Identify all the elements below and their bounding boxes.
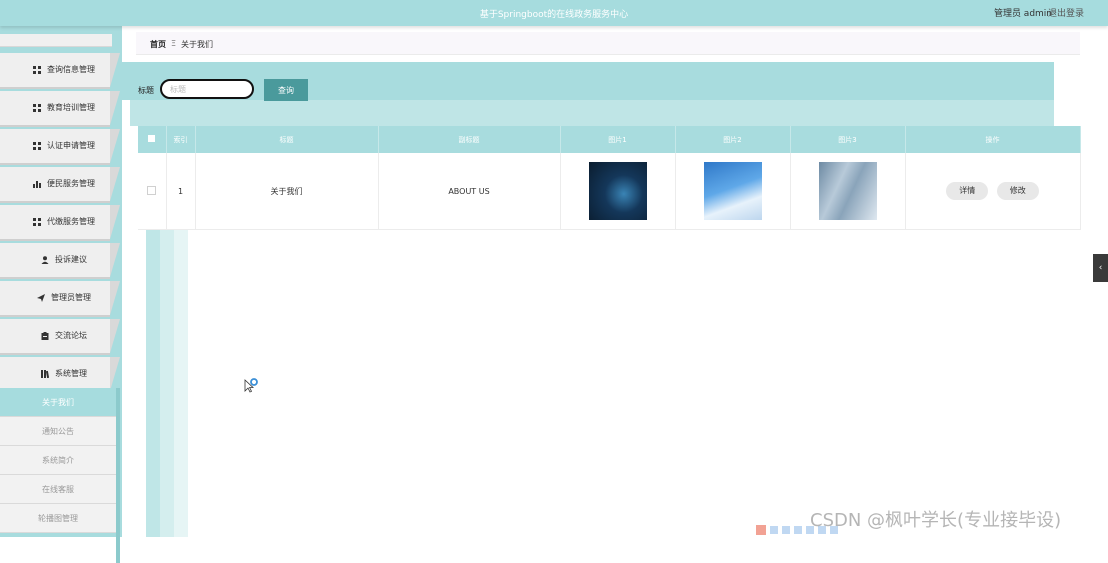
row-subtitle: ABOUT US	[378, 153, 561, 230]
detail-button[interactable]: 详情	[946, 182, 989, 200]
sidebar-item-complaints[interactable]: 投诉建议	[0, 243, 120, 279]
send-icon	[37, 294, 45, 302]
row-checkbox[interactable]	[138, 153, 167, 230]
column-header: 图片2	[675, 126, 791, 153]
sidebar-item-education[interactable]: 教育培训管理	[0, 91, 120, 127]
building-glass-image	[818, 162, 877, 220]
sidebar-item-label: 认证申请管理	[47, 141, 95, 150]
app-title: 基于Springboot的在线政务服务中心	[479, 10, 629, 20]
user-icon	[41, 256, 49, 264]
sidebar-item-label: 代缴服务管理	[47, 217, 95, 226]
edit-button[interactable]: 修改	[996, 182, 1039, 200]
sidebar-item-payment[interactable]: 代缴服务管理	[0, 205, 120, 241]
select-all-checkbox[interactable]	[138, 126, 167, 153]
sidebar-subitem-about[interactable]: 关于我们	[0, 388, 116, 417]
sidebar-item-label: 便民服务管理	[47, 179, 95, 188]
sidebar-subitem-label: 系统简介	[42, 456, 74, 465]
table-header-row: 索引 标题 副标题 图片1 图片2 图片3 操作	[138, 126, 1081, 153]
top-bar: 基于Springboot的在线政务服务中心 管理员 admin 退出登录	[0, 0, 1108, 26]
grid-icon	[33, 142, 41, 150]
sidebar-subitem-carousel[interactable]: 轮播图管理	[0, 504, 116, 533]
current-user: 管理员 admin	[993, 9, 1052, 19]
grid-icon	[33, 66, 41, 74]
sidebar: 查询信息管理 教育培训管理 认证申请管理 便民服务管理 代缴服务管理 投诉建议	[0, 26, 122, 563]
book-icon	[41, 370, 50, 379]
chevron-left-icon: ‹	[1098, 263, 1103, 273]
row-actions: 详情 修改	[905, 153, 1081, 230]
search-button[interactable]: 查询	[264, 79, 308, 101]
grid-icon	[33, 218, 41, 226]
table-row: 1 关于我们 ABOUT US 详情 修改	[138, 153, 1081, 230]
breadcrumb-current: 关于我们	[181, 40, 213, 49]
sidebar-top-stub	[0, 34, 112, 47]
row-image-1	[560, 153, 676, 230]
sidebar-subitem-intro[interactable]: 系统简介	[0, 446, 116, 475]
search-input[interactable]	[160, 79, 254, 99]
tech-hand-image	[588, 162, 647, 220]
sidebar-subitem-support[interactable]: 在线客服	[0, 475, 116, 504]
grid-icon	[33, 104, 41, 112]
sidebar-item-label: 交流论坛	[55, 331, 87, 340]
sidebar-item-label: 教育培训管理	[47, 103, 95, 112]
sidebar-item-certification[interactable]: 认证申请管理	[0, 129, 120, 165]
column-header: 操作	[905, 126, 1081, 153]
breadcrumb: 首页 Ξ 关于我们	[136, 32, 1080, 55]
column-header: 标题	[195, 126, 379, 153]
logout-link[interactable]: 退出登录	[1048, 6, 1084, 19]
bar-chart-icon	[33, 180, 41, 188]
data-table: 索引 标题 副标题 图片1 图片2 图片3 操作 1 关于我们 ABOUT US…	[138, 126, 1081, 230]
sidebar-item-label: 查询信息管理	[47, 65, 95, 74]
column-header: 图片1	[560, 126, 676, 153]
column-header: 图片3	[790, 126, 906, 153]
row-image-2	[675, 153, 791, 230]
row-title: 关于我们	[195, 153, 379, 230]
sidebar-item-label: 投诉建议	[55, 255, 87, 264]
column-header: 副标题	[378, 126, 561, 153]
breadcrumb-home[interactable]: 首页	[150, 39, 166, 50]
breadcrumb-separator: Ξ	[171, 39, 177, 48]
sidebar-subitem-label: 在线客服	[42, 485, 74, 494]
sidebar-item-admins[interactable]: 管理员管理	[0, 281, 120, 317]
row-index: 1	[166, 153, 196, 230]
sidebar-item-label: 系统管理	[55, 369, 87, 378]
search-band	[122, 62, 1054, 100]
sidebar-item-query-info[interactable]: 查询信息管理	[0, 53, 120, 89]
sidebar-subitem-label: 通知公告	[42, 427, 74, 436]
row-image-3	[790, 153, 906, 230]
search-label: 标题	[138, 86, 154, 95]
clipboard-icon	[41, 332, 49, 340]
sidebar-item-forum[interactable]: 交流论坛	[0, 319, 120, 355]
sidebar-item-convenience[interactable]: 便民服务管理	[0, 167, 120, 203]
sidebar-subitem-notices[interactable]: 通知公告	[0, 417, 116, 446]
sidebar-item-label: 管理员管理	[51, 293, 91, 302]
column-header: 索引	[166, 126, 196, 153]
sidebar-subitem-label: 轮播图管理	[38, 514, 78, 523]
collapse-handle[interactable]: ‹	[1093, 254, 1108, 282]
mouse-cursor-icon	[244, 378, 258, 393]
ime-toolbar-icon	[756, 525, 838, 535]
blue-sky-image	[703, 162, 762, 220]
sidebar-subitem-label: 关于我们	[42, 398, 74, 407]
search-band-shadow	[130, 100, 1054, 126]
